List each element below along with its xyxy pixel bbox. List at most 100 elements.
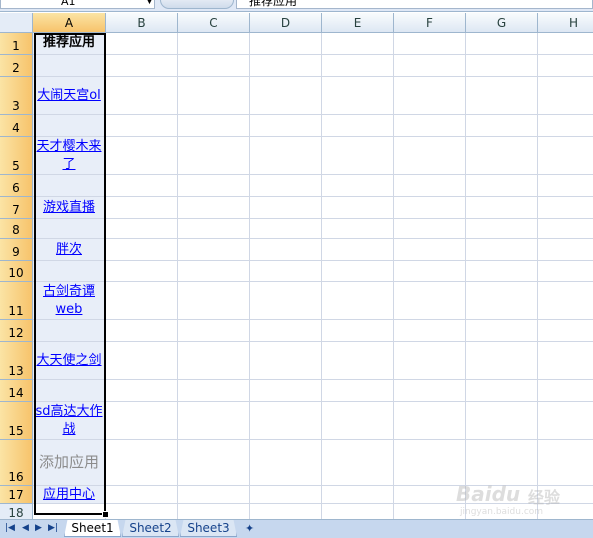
row-header-11[interactable]: 11 [0,282,33,320]
cell-h15[interactable] [538,402,593,440]
cell-a3[interactable]: 大闹天宫ol [33,77,106,115]
name-box[interactable]: A1 [0,0,155,9]
cell-a11[interactable]: 古剑奇谭web [33,282,106,320]
link-text[interactable]: sd高达大作战 [33,403,105,439]
cell-d18[interactable] [250,504,322,519]
cell-g10[interactable] [466,261,538,282]
cell-b6[interactable] [106,175,178,197]
cell-f13[interactable] [394,342,466,380]
cell-b10[interactable] [106,261,178,282]
cell-a2[interactable] [33,55,106,77]
cell-h13[interactable] [538,342,593,380]
cell-a9[interactable]: 胖次 [33,239,106,261]
cell-h2[interactable] [538,55,593,77]
cell-b16[interactable] [106,440,178,486]
column-header-f[interactable]: F [394,13,466,33]
link-text[interactable]: 游戏直播 [43,199,95,217]
cell-h3[interactable] [538,77,593,115]
cell-c18[interactable] [178,504,250,519]
cell-c13[interactable] [178,342,250,380]
cell-g7[interactable] [466,197,538,219]
cell-h1[interactable] [538,33,593,55]
cell-b11[interactable] [106,282,178,320]
column-header-b[interactable]: B [106,13,178,33]
cell-f7[interactable] [394,197,466,219]
cell-h11[interactable] [538,282,593,320]
cell-f3[interactable] [394,77,466,115]
cell-g11[interactable] [466,282,538,320]
cell-d7[interactable] [250,197,322,219]
cell-a16[interactable]: 添加应用 [33,440,106,486]
cell-b12[interactable] [106,320,178,342]
cell-f9[interactable] [394,239,466,261]
cell-h16[interactable] [538,440,593,486]
row-header-5[interactable]: 5 [0,137,33,175]
cell-h7[interactable] [538,197,593,219]
row-header-9[interactable]: 9 [0,239,33,261]
cell-g6[interactable] [466,175,538,197]
cell-a17[interactable]: 应用中心 [33,486,106,504]
cell-c8[interactable] [178,219,250,239]
cell-e8[interactable] [322,219,394,239]
tab-sheet2[interactable]: Sheet2 [122,520,179,537]
row-header-8[interactable]: 8 [0,219,33,239]
cell-d6[interactable] [250,175,322,197]
cell-e3[interactable] [322,77,394,115]
column-header-h[interactable]: H [538,13,593,33]
cell-a7[interactable]: 游戏直播 [33,197,106,219]
cell-d12[interactable] [250,320,322,342]
cell-d1[interactable] [250,33,322,55]
cell-g15[interactable] [466,402,538,440]
cell-g8[interactable] [466,219,538,239]
cell-e15[interactable] [322,402,394,440]
cell-d13[interactable] [250,342,322,380]
link-text[interactable]: 大天使之剑 [36,352,101,370]
row-header-16[interactable]: 16 [0,440,33,486]
cell-c7[interactable] [178,197,250,219]
cell-d15[interactable] [250,402,322,440]
column-header-e[interactable]: E [322,13,394,33]
cell-e1[interactable] [322,33,394,55]
cell-b1[interactable] [106,33,178,55]
cell-h9[interactable] [538,239,593,261]
last-sheet-icon[interactable]: ▶| [48,523,58,534]
cell-a6[interactable] [33,175,106,197]
cell-b18[interactable] [106,504,178,519]
cell-d8[interactable] [250,219,322,239]
cell-e4[interactable] [322,115,394,137]
cell-g12[interactable] [466,320,538,342]
row-header-18[interactable]: 18 [0,504,33,519]
cell-c6[interactable] [178,175,250,197]
cell-f4[interactable] [394,115,466,137]
cell-h14[interactable] [538,380,593,402]
prev-sheet-icon[interactable]: ◀ [22,523,29,534]
insert-sheet-icon[interactable]: ✦ [245,522,254,535]
cell-e12[interactable] [322,320,394,342]
first-sheet-icon[interactable]: |◀ [5,523,15,534]
cell-a1[interactable]: 推荐应用 [33,33,106,55]
link-text[interactable]: 天才樱木来了 [33,138,105,174]
cell-b3[interactable] [106,77,178,115]
chevron-down-icon[interactable]: ▼ [146,0,153,6]
cell-a10[interactable] [33,261,106,282]
cell-g4[interactable] [466,115,538,137]
cell-e11[interactable] [322,282,394,320]
row-header-1[interactable]: 1 [0,33,33,55]
row-header-14[interactable]: 14 [0,380,33,402]
cell-c1[interactable] [178,33,250,55]
cell-a18[interactable] [33,504,106,519]
column-header-a[interactable]: A [33,13,106,33]
cell-a8[interactable] [33,219,106,239]
row-header-13[interactable]: 13 [0,342,33,380]
cell-a12[interactable] [33,320,106,342]
row-header-10[interactable]: 10 [0,261,33,282]
cell-b4[interactable] [106,115,178,137]
cell-b13[interactable] [106,342,178,380]
cell-e5[interactable] [322,137,394,175]
cell-c17[interactable] [178,486,250,504]
cell-b8[interactable] [106,219,178,239]
cell-b7[interactable] [106,197,178,219]
cell-b15[interactable] [106,402,178,440]
cell-e9[interactable] [322,239,394,261]
tab-sheet3[interactable]: Sheet3 [180,520,237,537]
